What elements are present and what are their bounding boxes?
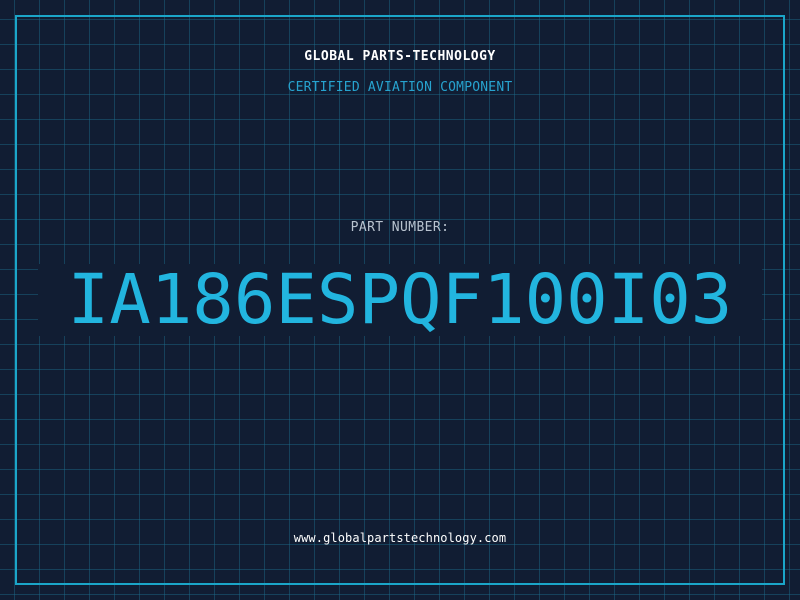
company-name: GLOBAL PARTS-TECHNOLOGY (304, 49, 496, 64)
part-number-value: IA186ESPQF100I03 (67, 260, 733, 340)
website-url: www.globalpartstechnology.com (293, 531, 507, 545)
certification-subtitle: CERTIFIED AVIATION COMPONENT (287, 80, 513, 95)
part-number-label: PART NUMBER: (350, 220, 450, 235)
